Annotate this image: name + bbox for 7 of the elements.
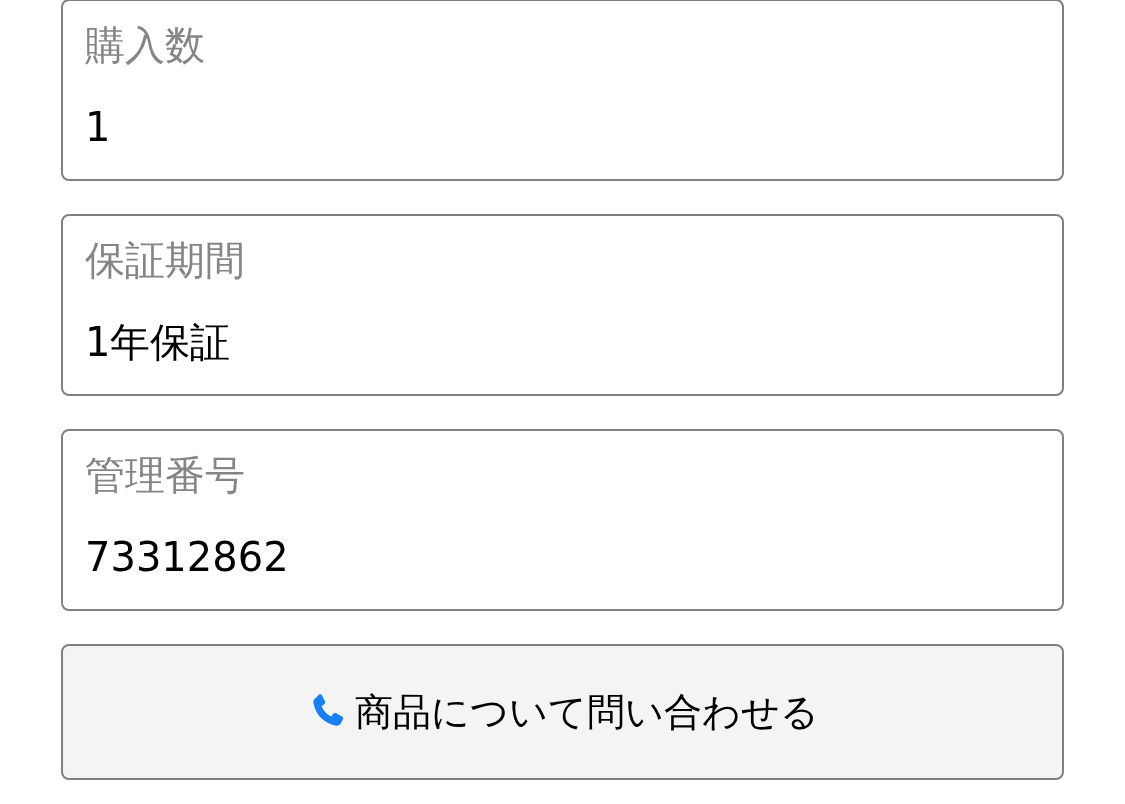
contact-button[interactable]: 商品について問い合わせる bbox=[61, 644, 1064, 780]
field-value: 73312862 bbox=[85, 533, 289, 582]
field-value: 1 bbox=[85, 103, 111, 152]
field-label: 管理番号 bbox=[85, 451, 245, 500]
field-label: 購入数 bbox=[85, 21, 205, 70]
field-value: 1年保証 bbox=[85, 318, 231, 367]
field-label: 保証期間 bbox=[85, 236, 245, 285]
